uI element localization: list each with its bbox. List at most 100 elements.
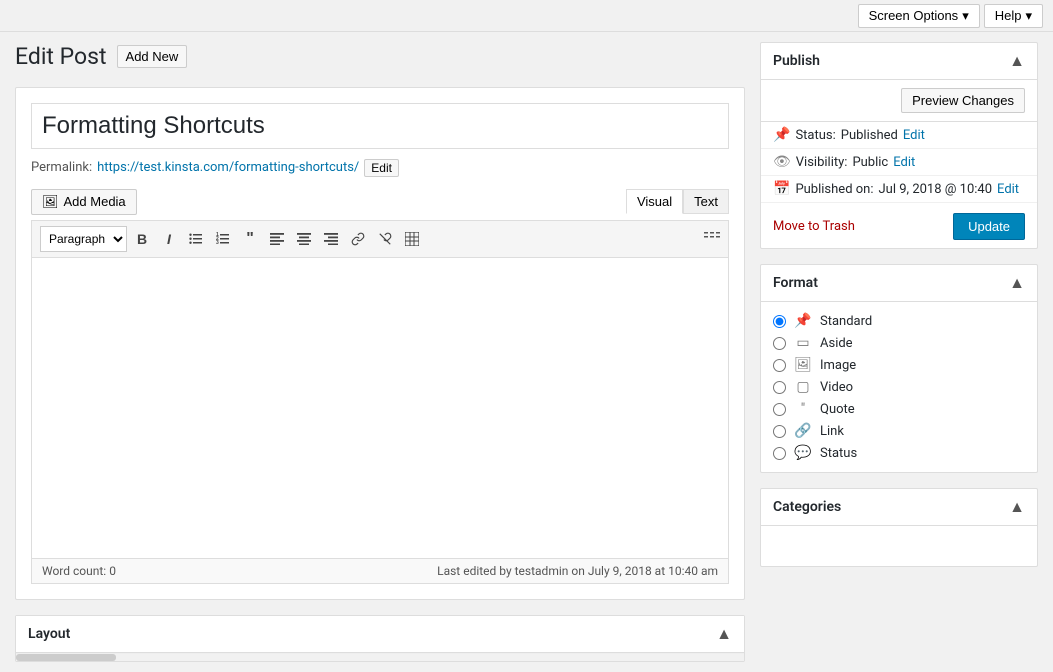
align-center-button[interactable] <box>292 226 316 252</box>
help-chevron-icon: ▾ <box>1025 8 1032 24</box>
add-media-icon: 🖼 <box>42 194 59 210</box>
editor-toolbar: 🖼 Add Media Visual Text <box>31 189 729 215</box>
publish-box: Publish ▲ Preview Changes 📌 Status: Publ… <box>760 42 1038 249</box>
publish-actions: Move to Trash Update <box>761 203 1037 248</box>
scrollbar-thumb <box>16 654 116 661</box>
visibility-icon: 👁 <box>773 154 791 170</box>
wp-editor-wrap: Paragraph Heading 1 Heading 2 Heading 3 … <box>31 220 729 584</box>
format-box: Format ▲ 📌 Standard ▭ Aside 🖼 Image <box>760 264 1038 473</box>
categories-box-header[interactable]: Categories ▲ <box>761 489 1037 526</box>
video-format-icon: ▢ <box>794 379 812 395</box>
word-count-area: Word count: 0 <box>42 564 116 578</box>
align-left-button[interactable] <box>265 226 289 252</box>
unlink-button[interactable] <box>373 226 397 252</box>
layout-scrollbar[interactable] <box>16 653 744 661</box>
align-right-button[interactable] <box>319 226 343 252</box>
format-radio-quote[interactable] <box>773 403 786 416</box>
page-wrap: Edit Post Add New Permalink: https://tes… <box>0 32 1053 672</box>
screen-options-button[interactable]: Screen Options ▾ <box>858 4 980 28</box>
visibility-edit-link[interactable]: Edit <box>893 155 915 170</box>
top-bar: Screen Options ▾ Help ▾ <box>0 0 1053 32</box>
italic-button[interactable]: I <box>157 226 181 252</box>
layout-section-header[interactable]: Layout ▲ <box>16 616 744 653</box>
help-button[interactable]: Help ▾ <box>984 4 1043 28</box>
calendar-icon: 📅 <box>773 181 790 197</box>
permalink-url[interactable]: https://test.kinsta.com/formatting-short… <box>97 160 359 175</box>
quote-format-label: Quote <box>820 402 855 417</box>
status-format-label: Status <box>820 446 857 461</box>
format-radio-link[interactable] <box>773 425 786 438</box>
post-title-input[interactable] <box>31 103 729 149</box>
format-radio-aside[interactable] <box>773 337 786 350</box>
word-count-label: Word count: <box>42 564 106 578</box>
status-value: Published <box>841 128 898 143</box>
categories-toggle-arrow-icon: ▲ <box>1009 497 1025 517</box>
unordered-list-button[interactable] <box>184 226 208 252</box>
editor-body[interactable] <box>32 258 728 558</box>
list-item: 🔗 Link <box>773 420 1025 442</box>
toolbar-expand-button[interactable] <box>704 231 720 247</box>
layout-toggle-arrow-icon: ▲ <box>716 624 732 644</box>
layout-section: Layout ▲ <box>15 615 745 662</box>
standard-format-icon: 📌 <box>794 313 812 329</box>
list-item: 🖼 Image <box>773 354 1025 376</box>
list-item: ▭ Aside <box>773 332 1025 354</box>
format-radio-image[interactable] <box>773 359 786 372</box>
published-on-edit-link[interactable]: Edit <box>997 182 1019 197</box>
blockquote-button[interactable]: " <box>238 226 262 252</box>
categories-box-title: Categories <box>773 499 841 515</box>
quote-format-icon: " <box>794 401 812 417</box>
aside-format-icon: ▭ <box>794 335 812 351</box>
add-media-label: Add Media <box>64 194 126 209</box>
list-item: ▢ Video <box>773 376 1025 398</box>
tab-visual[interactable]: Visual <box>626 189 683 214</box>
word-count-value: 0 <box>109 564 116 578</box>
link-button[interactable] <box>346 226 370 252</box>
image-format-label: Image <box>820 358 856 373</box>
list-item: " Quote <box>773 398 1025 420</box>
screen-options-chevron-icon: ▾ <box>962 8 969 24</box>
list-item: 📌 Standard <box>773 310 1025 332</box>
screen-options-label: Screen Options <box>869 8 959 23</box>
format-box-title: Format <box>773 275 818 291</box>
ordered-list-button[interactable]: 123 <box>211 226 235 252</box>
image-format-icon: 🖼 <box>794 357 812 373</box>
preview-changes-row: Preview Changes <box>761 80 1037 122</box>
mce-toolbar: Paragraph Heading 1 Heading 2 Heading 3 … <box>32 221 728 258</box>
format-list: 📌 Standard ▭ Aside 🖼 Image ▢ Video <box>761 302 1037 472</box>
status-edit-link[interactable]: Edit <box>903 128 925 143</box>
preview-changes-button[interactable]: Preview Changes <box>901 88 1025 113</box>
categories-box: Categories ▲ <box>760 488 1038 567</box>
format-radio-standard[interactable] <box>773 315 786 328</box>
add-media-button[interactable]: 🖼 Add Media <box>31 189 137 215</box>
published-on-label: Published on: <box>795 182 873 197</box>
publish-box-header[interactable]: Publish ▲ <box>761 43 1037 80</box>
status-row: 📌 Status: Published Edit <box>761 122 1037 149</box>
published-on-row: 📅 Published on: Jul 9, 2018 @ 10:40 Edit <box>761 176 1037 203</box>
visibility-value: Public <box>852 155 888 170</box>
status-format-icon: 💬 <box>794 445 812 461</box>
visual-text-tabs: Visual Text <box>626 189 729 214</box>
link-format-label: Link <box>820 424 844 439</box>
page-title: Edit Post <box>15 42 107 72</box>
add-new-button[interactable]: Add New <box>117 45 188 68</box>
main-content: Edit Post Add New Permalink: https://tes… <box>15 42 745 662</box>
format-select[interactable]: Paragraph Heading 1 Heading 2 Heading 3 <box>40 226 127 252</box>
publish-box-title: Publish <box>773 53 820 69</box>
format-radio-status[interactable] <box>773 447 786 460</box>
tab-text[interactable]: Text <box>683 189 729 214</box>
format-box-header[interactable]: Format ▲ <box>761 265 1037 302</box>
layout-section-title: Layout <box>28 626 70 642</box>
status-icon: 📌 <box>773 127 790 143</box>
bold-button[interactable]: B <box>130 226 154 252</box>
published-on-value: Jul 9, 2018 @ 10:40 <box>879 182 993 197</box>
move-to-trash-link[interactable]: Move to Trash <box>773 219 855 234</box>
update-button[interactable]: Update <box>953 213 1025 240</box>
format-radio-video[interactable] <box>773 381 786 394</box>
help-label: Help <box>995 8 1022 23</box>
standard-format-label: Standard <box>820 314 872 329</box>
table-button[interactable] <box>400 226 424 252</box>
permalink-edit-button[interactable]: Edit <box>364 159 399 177</box>
video-format-label: Video <box>820 380 853 395</box>
sidebar: Publish ▲ Preview Changes 📌 Status: Publ… <box>760 42 1038 662</box>
